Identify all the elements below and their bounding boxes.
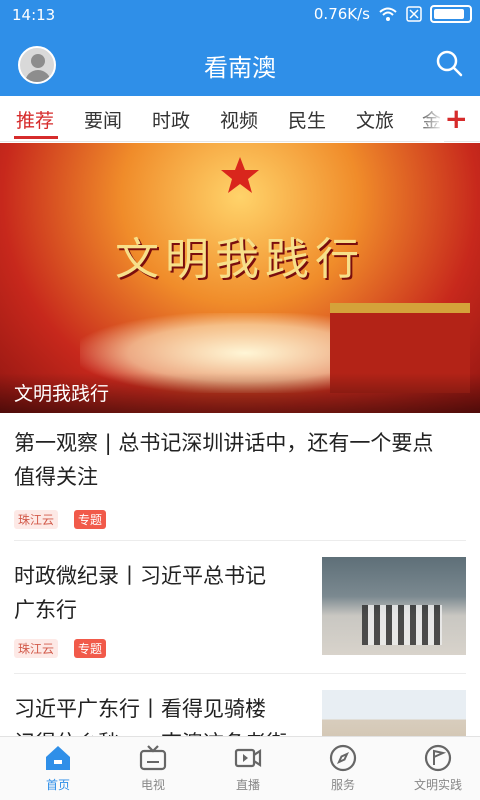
source-badge: 珠江云: [14, 510, 59, 529]
article-title: 第一观察 | 总书记深圳讲话中，还有一个要点 值得关注: [14, 426, 466, 494]
topic-badge: 专题: [74, 510, 107, 529]
banner-caption-bar: 文明我践行: [0, 373, 480, 413]
tab-politics[interactable]: 时政: [152, 106, 190, 133]
article-thumbnail: [322, 557, 466, 655]
battery-icon: [430, 5, 472, 23]
tab-culture-tourism[interactable]: 文旅: [356, 106, 394, 133]
tab-video[interactable]: 视频: [220, 106, 258, 133]
banner-slogan: 文明我践行: [115, 234, 365, 285]
article-item[interactable]: 第一观察 | 总书记深圳讲话中，还有一个要点 值得关注 珠江云 专题: [0, 414, 480, 540]
star-icon: [221, 157, 259, 193]
article-item[interactable]: 时政微纪录丨习近平总书记 广东行 珠江云 专题: [0, 541, 480, 673]
thumbnail-figures: [362, 605, 442, 645]
article-item[interactable]: 习近平广东行丨看得见骑楼 记得住乡愁……南澳这条老街: [0, 674, 480, 736]
article-title-line: 第一观察 | 总书记深圳讲话中，还有一个要点: [14, 431, 434, 455]
banner-caption: 文明我践行: [14, 383, 110, 405]
live-video-icon: [234, 748, 262, 768]
flag-icon: [424, 744, 452, 772]
channel-tabs: 推荐 要闻 时政 视频 民生 文旅 金 +: [0, 96, 480, 142]
compass-icon: [329, 744, 357, 772]
status-bar: 14:13 0.76K/s: [0, 0, 480, 30]
search-icon[interactable]: [434, 48, 464, 78]
network-speed: 0.76K/s: [313, 5, 370, 23]
tab-recommend[interactable]: 推荐: [16, 106, 54, 133]
app-header: 看南澳: [0, 30, 480, 96]
topic-badge: 专题: [74, 639, 107, 658]
nav-label: 文明实践: [413, 778, 462, 792]
article-title-line: 记得住乡愁……南澳这条老街: [14, 726, 314, 736]
app-title: 看南澳: [204, 54, 276, 82]
article-title: 习近平广东行丨看得见骑楼 记得住乡愁……南澳这条老街: [14, 692, 314, 736]
tab-fade: [414, 96, 444, 142]
tab-headlines[interactable]: 要闻: [84, 106, 122, 133]
wifi-icon: [379, 7, 397, 21]
nav-label: 服务: [330, 778, 355, 792]
nav-tv[interactable]: 电视: [113, 743, 193, 793]
nav-label: 首页: [45, 778, 70, 792]
article-title-line: 习近平广东行丨看得见骑楼: [14, 697, 266, 721]
status-icons: 0.76K/s: [314, 5, 472, 23]
nav-live[interactable]: 直播: [208, 743, 288, 793]
article-title-line: 时政微纪录丨习近平总书记: [14, 564, 266, 588]
hero-banner[interactable]: 文明我践行 文明我践行: [0, 143, 480, 413]
nav-label: 电视: [140, 778, 165, 792]
sim-disabled-icon: [406, 6, 422, 22]
active-tab-indicator: [14, 136, 58, 139]
nav-label: 直播: [235, 778, 260, 792]
tv-icon: [139, 745, 167, 771]
add-channel-icon[interactable]: +: [445, 102, 468, 135]
nav-civilization[interactable]: 文明实践: [398, 743, 478, 793]
article-thumbnail: [322, 690, 466, 736]
article-title-line: 值得关注: [14, 465, 98, 489]
nav-home[interactable]: 首页: [18, 743, 98, 793]
bottom-nav: 首页 电视 直播 服务 文明实践: [0, 736, 480, 800]
source-badge: 珠江云: [14, 639, 59, 658]
article-title-line: 广东行: [14, 598, 77, 622]
tab-livelihood[interactable]: 民生: [288, 106, 326, 133]
home-icon: [46, 746, 70, 770]
article-title: 时政微纪录丨习近平总书记 广东行: [14, 559, 314, 627]
nav-services[interactable]: 服务: [303, 743, 383, 793]
status-time: 14:13: [12, 6, 56, 24]
